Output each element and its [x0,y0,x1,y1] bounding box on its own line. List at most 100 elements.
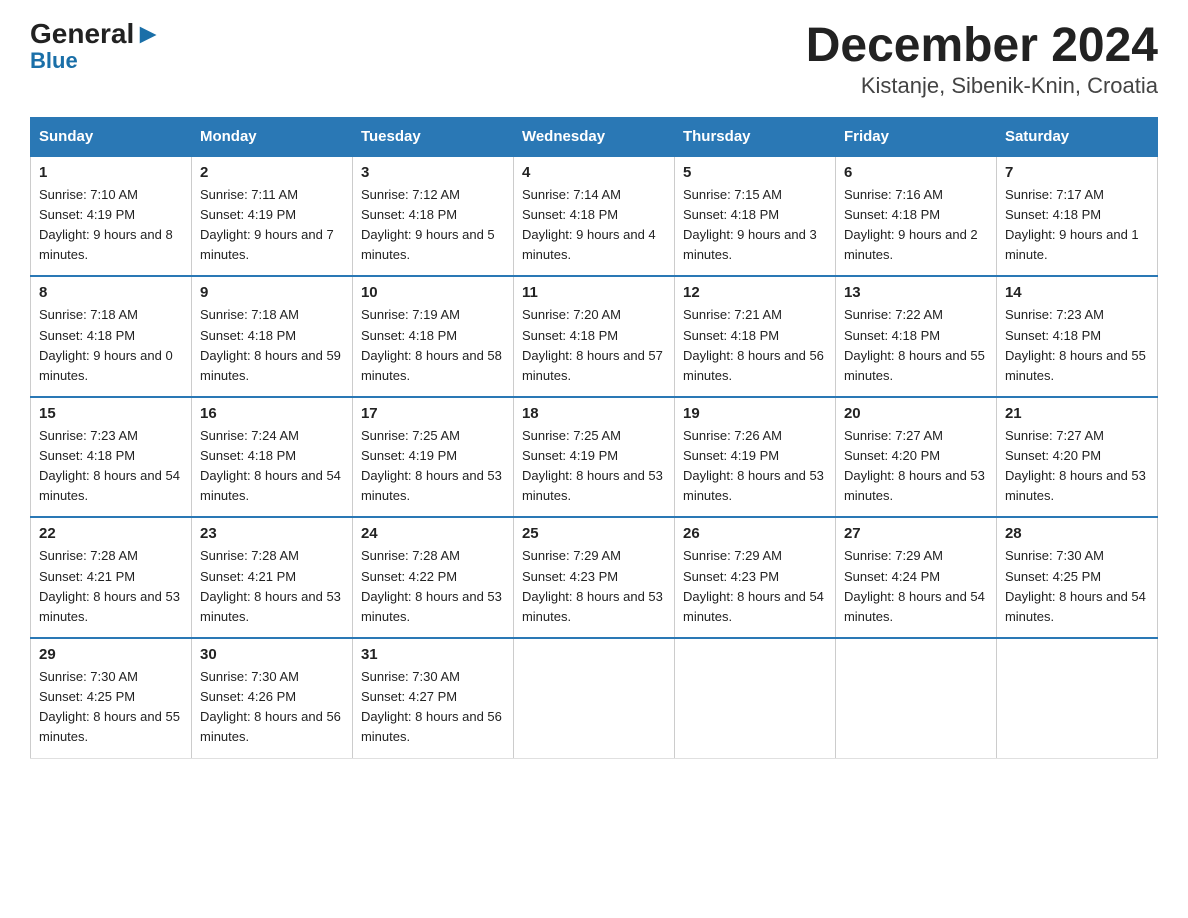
calendar-cell: 2 Sunrise: 7:11 AMSunset: 4:19 PMDayligh… [191,156,352,277]
calendar-cell: 9 Sunrise: 7:18 AMSunset: 4:18 PMDayligh… [191,276,352,397]
calendar-cell: 27 Sunrise: 7:29 AMSunset: 4:24 PMDaylig… [835,517,996,638]
day-number: 20 [844,405,988,422]
day-number: 4 [522,164,666,181]
day-number: 1 [39,164,183,181]
day-number: 8 [39,284,183,301]
day-info: Sunrise: 7:30 AMSunset: 4:25 PMDaylight:… [1005,548,1146,623]
day-number: 16 [200,405,344,422]
calendar-cell: 4 Sunrise: 7:14 AMSunset: 4:18 PMDayligh… [513,156,674,277]
day-number: 12 [683,284,827,301]
day-info: Sunrise: 7:24 AMSunset: 4:18 PMDaylight:… [200,428,341,503]
day-number: 19 [683,405,827,422]
calendar-cell: 29 Sunrise: 7:30 AMSunset: 4:25 PMDaylig… [31,638,192,758]
day-number: 7 [1005,164,1149,181]
calendar-cell: 19 Sunrise: 7:26 AMSunset: 4:19 PMDaylig… [674,397,835,518]
day-info: Sunrise: 7:14 AMSunset: 4:18 PMDaylight:… [522,187,656,262]
day-number: 10 [361,284,505,301]
calendar-cell [674,638,835,758]
logo-arrow-icon: ► [134,20,162,48]
day-info: Sunrise: 7:27 AMSunset: 4:20 PMDaylight:… [1005,428,1146,503]
logo-text-blue: Blue [30,50,78,72]
header-monday: Monday [191,117,352,156]
day-info: Sunrise: 7:30 AMSunset: 4:25 PMDaylight:… [39,669,180,744]
calendar-cell: 11 Sunrise: 7:20 AMSunset: 4:18 PMDaylig… [513,276,674,397]
calendar-title: December 2024 [806,20,1158,73]
day-number: 27 [844,525,988,542]
day-number: 3 [361,164,505,181]
day-info: Sunrise: 7:18 AMSunset: 4:18 PMDaylight:… [200,307,341,382]
header-sunday: Sunday [31,117,192,156]
logo-text-general: General► [30,20,162,48]
header-friday: Friday [835,117,996,156]
week-row-2: 8 Sunrise: 7:18 AMSunset: 4:18 PMDayligh… [31,276,1158,397]
day-info: Sunrise: 7:27 AMSunset: 4:20 PMDaylight:… [844,428,985,503]
calendar-cell [835,638,996,758]
week-row-1: 1 Sunrise: 7:10 AMSunset: 4:19 PMDayligh… [31,156,1158,277]
day-number: 13 [844,284,988,301]
day-number: 21 [1005,405,1149,422]
day-number: 15 [39,405,183,422]
day-info: Sunrise: 7:29 AMSunset: 4:24 PMDaylight:… [844,548,985,623]
header-row: Sunday Monday Tuesday Wednesday Thursday… [31,117,1158,156]
day-info: Sunrise: 7:23 AMSunset: 4:18 PMDaylight:… [39,428,180,503]
day-number: 11 [522,284,666,301]
day-info: Sunrise: 7:30 AMSunset: 4:27 PMDaylight:… [361,669,502,744]
calendar-cell: 16 Sunrise: 7:24 AMSunset: 4:18 PMDaylig… [191,397,352,518]
calendar-cell: 28 Sunrise: 7:30 AMSunset: 4:25 PMDaylig… [996,517,1157,638]
day-number: 28 [1005,525,1149,542]
day-info: Sunrise: 7:23 AMSunset: 4:18 PMDaylight:… [1005,307,1146,382]
day-info: Sunrise: 7:29 AMSunset: 4:23 PMDaylight:… [683,548,824,623]
calendar-cell: 14 Sunrise: 7:23 AMSunset: 4:18 PMDaylig… [996,276,1157,397]
day-info: Sunrise: 7:25 AMSunset: 4:19 PMDaylight:… [361,428,502,503]
day-info: Sunrise: 7:30 AMSunset: 4:26 PMDaylight:… [200,669,341,744]
week-row-5: 29 Sunrise: 7:30 AMSunset: 4:25 PMDaylig… [31,638,1158,758]
day-info: Sunrise: 7:28 AMSunset: 4:21 PMDaylight:… [39,548,180,623]
calendar-cell: 23 Sunrise: 7:28 AMSunset: 4:21 PMDaylig… [191,517,352,638]
calendar-cell: 30 Sunrise: 7:30 AMSunset: 4:26 PMDaylig… [191,638,352,758]
header-wednesday: Wednesday [513,117,674,156]
header-tuesday: Tuesday [352,117,513,156]
day-number: 30 [200,646,344,663]
page-header: General► Blue December 2024 Kistanje, Si… [30,20,1158,99]
day-number: 22 [39,525,183,542]
calendar-cell: 31 Sunrise: 7:30 AMSunset: 4:27 PMDaylig… [352,638,513,758]
calendar-cell: 25 Sunrise: 7:29 AMSunset: 4:23 PMDaylig… [513,517,674,638]
calendar-cell: 3 Sunrise: 7:12 AMSunset: 4:18 PMDayligh… [352,156,513,277]
day-info: Sunrise: 7:21 AMSunset: 4:18 PMDaylight:… [683,307,824,382]
calendar-cell: 1 Sunrise: 7:10 AMSunset: 4:19 PMDayligh… [31,156,192,277]
day-info: Sunrise: 7:19 AMSunset: 4:18 PMDaylight:… [361,307,502,382]
day-info: Sunrise: 7:16 AMSunset: 4:18 PMDaylight:… [844,187,978,262]
calendar-cell: 10 Sunrise: 7:19 AMSunset: 4:18 PMDaylig… [352,276,513,397]
day-info: Sunrise: 7:26 AMSunset: 4:19 PMDaylight:… [683,428,824,503]
day-info: Sunrise: 7:20 AMSunset: 4:18 PMDaylight:… [522,307,663,382]
day-info: Sunrise: 7:12 AMSunset: 4:18 PMDaylight:… [361,187,495,262]
calendar-cell: 13 Sunrise: 7:22 AMSunset: 4:18 PMDaylig… [835,276,996,397]
calendar-cell: 17 Sunrise: 7:25 AMSunset: 4:19 PMDaylig… [352,397,513,518]
calendar-cell: 24 Sunrise: 7:28 AMSunset: 4:22 PMDaylig… [352,517,513,638]
day-info: Sunrise: 7:15 AMSunset: 4:18 PMDaylight:… [683,187,817,262]
calendar-cell: 20 Sunrise: 7:27 AMSunset: 4:20 PMDaylig… [835,397,996,518]
calendar-cell [996,638,1157,758]
calendar-cell: 8 Sunrise: 7:18 AMSunset: 4:18 PMDayligh… [31,276,192,397]
day-number: 29 [39,646,183,663]
day-number: 26 [683,525,827,542]
header-thursday: Thursday [674,117,835,156]
calendar-cell: 6 Sunrise: 7:16 AMSunset: 4:18 PMDayligh… [835,156,996,277]
day-info: Sunrise: 7:22 AMSunset: 4:18 PMDaylight:… [844,307,985,382]
header-saturday: Saturday [996,117,1157,156]
day-info: Sunrise: 7:25 AMSunset: 4:19 PMDaylight:… [522,428,663,503]
day-number: 18 [522,405,666,422]
day-info: Sunrise: 7:28 AMSunset: 4:22 PMDaylight:… [361,548,502,623]
calendar-cell: 5 Sunrise: 7:15 AMSunset: 4:18 PMDayligh… [674,156,835,277]
calendar-cell: 15 Sunrise: 7:23 AMSunset: 4:18 PMDaylig… [31,397,192,518]
calendar-body: 1 Sunrise: 7:10 AMSunset: 4:19 PMDayligh… [31,156,1158,758]
week-row-3: 15 Sunrise: 7:23 AMSunset: 4:18 PMDaylig… [31,397,1158,518]
day-number: 23 [200,525,344,542]
calendar-header: Sunday Monday Tuesday Wednesday Thursday… [31,117,1158,156]
day-number: 6 [844,164,988,181]
calendar-cell [513,638,674,758]
calendar-cell: 12 Sunrise: 7:21 AMSunset: 4:18 PMDaylig… [674,276,835,397]
day-info: Sunrise: 7:29 AMSunset: 4:23 PMDaylight:… [522,548,663,623]
day-number: 24 [361,525,505,542]
day-number: 5 [683,164,827,181]
